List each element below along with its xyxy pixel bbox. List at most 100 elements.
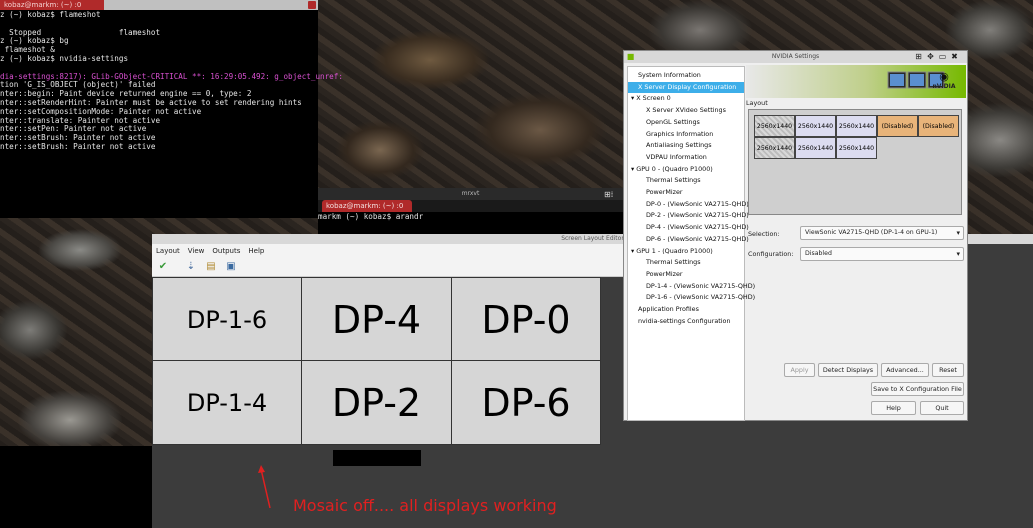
selection-label: Selection: <box>748 230 780 238</box>
nvidia-logo: ◉ nVIDIA <box>930 71 958 93</box>
layout-display-cell[interactable]: 2560x1440 <box>754 115 795 137</box>
tree-item[interactable]: PowerMizer <box>628 187 744 198</box>
terminal-line: nter::begin: Paint device returned engin… <box>0 89 252 99</box>
tree-item[interactable]: DP-1-4 - (ViewSonic VA2715-QHD) <box>628 281 755 292</box>
monitor-dp-2[interactable]: DP-2 <box>301 360 452 445</box>
terminal-line: nter::translate: Painter not active <box>0 115 161 125</box>
tree-item[interactable]: PowerMizer <box>628 269 744 280</box>
tree-item[interactable]: OpenGL Settings <box>628 117 744 128</box>
layout-display-cell[interactable]: 2560x1440 <box>836 137 877 159</box>
layout-display-cell[interactable]: 2560x1440 <box>795 137 836 159</box>
left-terminal-window[interactable]: kobaz@markm: (~) :0 z (~) kobaz$ flamesh… <box>0 0 343 218</box>
close-icon[interactable] <box>308 1 316 9</box>
tree-item[interactable]: DP-2 - (ViewSonic VA2715-QHD) <box>628 210 749 221</box>
annotation-arrow-icon <box>258 465 271 509</box>
save-to-x-config-button[interactable]: Save to X Configuration File <box>871 382 964 396</box>
configuration-dropdown[interactable]: Disabled ▾ <box>800 247 964 261</box>
tree-item[interactable]: DP-0 - (ViewSonic VA2715-QHD) <box>628 199 749 210</box>
monitor-dp-1-6[interactable]: DP-1-6 <box>152 277 302 361</box>
chevron-down-icon: ▾ <box>956 229 960 237</box>
nvidia-logo-text: nVIDIA <box>932 83 956 90</box>
tree-item[interactable]: DP-6 - (ViewSonic VA2715-QHD) <box>628 234 749 245</box>
terminal-line: nter::setCompositionMode: Painter not ac… <box>0 106 202 116</box>
detect-displays-button[interactable]: Detect Displays <box>818 363 878 377</box>
tree-item[interactable]: X Server XVideo Settings <box>628 105 744 116</box>
terminal-line: z (~) kobaz$ flameshot <box>0 10 101 19</box>
mrxvt-terminal-window[interactable]: mrxvt kobaz@markm: (~) :0 markm (~) koba… <box>318 188 623 234</box>
terminal-line: nter::setBrush: Painter not active <box>0 141 156 151</box>
terminal-line: z (~) kobaz$ bg <box>0 36 69 46</box>
monitor-dp-4[interactable]: DP-4 <box>301 277 452 361</box>
settings-tree[interactable]: System Information X Server Display Confi… <box>627 66 755 421</box>
terminal-tab-bar: kobaz@markm: (~) :0 <box>318 200 623 212</box>
terminal-line: z (~) kobaz$ nvidia-settings <box>0 53 129 63</box>
window-controls-icon[interactable]: ⊞⁞ <box>604 190 624 202</box>
tree-item[interactable]: VDPAU Information <box>628 152 744 163</box>
move-icon[interactable]: ✥ <box>926 52 935 61</box>
tree-item[interactable]: Thermal Settings <box>628 175 744 186</box>
monitor-dp-0[interactable]: DP-0 <box>451 277 601 361</box>
folder-icon[interactable]: ▤ <box>204 260 218 274</box>
tree-item[interactable]: Application Profiles <box>628 304 744 315</box>
tree-item[interactable]: DP-4 - (ViewSonic VA2715-QHD) <box>628 222 749 233</box>
selection-value: ViewSonic VA2715-QHD (DP-1-4 on GPU-1) <box>805 229 938 236</box>
chevron-down-icon: ▾ <box>956 250 960 258</box>
open-layout-icon[interactable]: ⇣ <box>184 260 198 274</box>
close-icon[interactable]: ✖ <box>950 52 959 61</box>
help-button[interactable]: Help <box>871 401 916 415</box>
layout-display-cell[interactable]: 2560x1440 <box>836 115 877 137</box>
layout-display-cell[interactable]: 2560x1440 <box>754 137 795 159</box>
menu-help[interactable]: Help <box>244 244 268 258</box>
tree-item[interactable]: System Information <box>628 70 744 81</box>
apply-button[interactable]: Apply <box>784 363 815 377</box>
tree-item[interactable]: ▾ GPU 1 - (Quadro P1000) <box>628 246 744 257</box>
layout-display-cell[interactable]: 2560x1440 <box>795 115 836 137</box>
reset-button[interactable]: Reset <box>932 363 964 377</box>
terminal-line: flameshot & <box>0 45 55 55</box>
terminal-line: tion 'G_IS_OBJECT (object)' failed <box>0 80 156 90</box>
terminal-tab[interactable]: kobaz@markm: (~) :0 <box>322 200 412 212</box>
terminal-line: nter::setPen: Painter not active <box>0 124 147 134</box>
menu-view[interactable]: View <box>184 244 209 258</box>
monitor-dp-6[interactable]: DP-6 <box>451 360 601 445</box>
tree-item[interactable]: ▾ X Screen 0 <box>628 93 744 104</box>
quit-button[interactable]: Quit <box>920 401 964 415</box>
terminal-output: z (~) kobaz$ flameshot Stopped flameshot… <box>0 10 343 152</box>
menu-layout[interactable]: Layout <box>152 244 184 258</box>
terminal-line: Stopped flameshot <box>0 27 161 37</box>
configuration-label: Configuration: <box>748 250 794 258</box>
tree-item[interactable]: X Server Display Configuration <box>628 81 744 93</box>
tree-item[interactable]: DP-1-6 - (ViewSonic VA2715-QHD) <box>628 292 755 303</box>
advanced-button[interactable]: Advanced... <box>881 363 929 377</box>
tree-item[interactable]: Antialiasing Settings <box>628 140 744 151</box>
selection-dropdown[interactable]: ViewSonic VA2715-QHD (DP-1-4 on GPU-1) ▾ <box>800 226 964 240</box>
tree-item[interactable]: Thermal Settings <box>628 257 744 268</box>
layout-display-cell[interactable]: (Disabled) <box>918 115 959 137</box>
tree-item[interactable]: Graphics Information <box>628 129 744 140</box>
configuration-value: Disabled <box>805 250 832 257</box>
minimize-icon[interactable]: ▭ <box>938 52 947 61</box>
terminal-tab[interactable]: kobaz@markm: (~) :0 <box>0 0 104 10</box>
toolbar: ✔ ⇣ ▤ ▣ <box>152 258 624 277</box>
annotation-text: Mosaic off.... all displays working <box>293 496 557 515</box>
layout-label: Layout <box>746 99 768 107</box>
window-titlebar: NVIDIA Settings ■ ⊞ ✥ ▭ ✖ <box>624 51 967 63</box>
window-title: mrxvt <box>318 188 623 200</box>
nvidia-banner: ◉ nVIDIA <box>746 65 966 98</box>
terminal-prompt: markm (~) kobaz$ arandr <box>318 212 424 221</box>
tree-item[interactable]: nvidia-settings Configuration <box>628 316 744 327</box>
nvidia-eye-icon: ◉ <box>939 70 949 83</box>
tile-icon[interactable]: ⊞ <box>914 52 923 61</box>
monitor-dp-1-4[interactable]: DP-1-4 <box>152 360 302 445</box>
window-title: NVIDIA Settings <box>771 53 820 60</box>
apply-checkmark-icon[interactable]: ✔ <box>156 260 170 274</box>
terminal-line: nter::setBrush: Painter not active <box>0 133 156 143</box>
menu-outputs[interactable]: Outputs <box>208 244 244 258</box>
nvidia-settings-window[interactable]: NVIDIA Settings ■ ⊞ ✥ ▭ ✖ System Informa… <box>623 50 968 421</box>
terminal-tab-bar: kobaz@markm: (~) :0 <box>0 0 318 10</box>
save-icon[interactable]: ▣ <box>224 260 238 274</box>
terminal-line: dia-settings:8217): GLib-GObject-CRITICA… <box>0 71 343 81</box>
layout-display-cell[interactable]: (Disabled) <box>877 115 918 137</box>
tree-item[interactable]: ▾ GPU 0 - (Quadro P1000) <box>628 164 744 175</box>
display-layout-area[interactable]: 2560x1440 2560x1440 2560x1440 (Disabled) (Di… <box>748 109 962 215</box>
